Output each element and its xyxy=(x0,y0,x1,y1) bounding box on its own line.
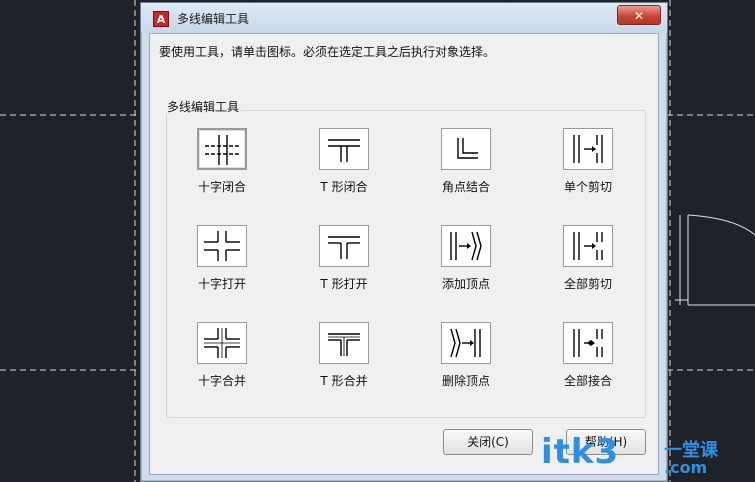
dialog-title: 多线编辑工具 xyxy=(177,12,250,26)
tool-label: T 形合并 xyxy=(320,374,368,388)
tool-label: 添加顶点 xyxy=(441,277,490,291)
tee-open-icon[interactable] xyxy=(319,225,369,267)
tool-tee-closed[interactable]: T 形闭合 xyxy=(289,128,399,214)
close-button[interactable]: 关闭(C) xyxy=(443,429,533,455)
tool-cross-merged[interactable]: 十字合并 xyxy=(167,322,277,408)
tool-delete-vertex[interactable]: 删除顶点 xyxy=(411,322,521,408)
tool-label: T 形闭合 xyxy=(320,180,368,194)
watermark-com: .com xyxy=(664,458,708,477)
tool-cross-open[interactable]: 十字打开 xyxy=(167,225,277,311)
watermark-logo: itk3 xyxy=(541,432,620,472)
tool-cut-all[interactable]: 全部剪切 xyxy=(533,225,643,311)
tool-tee-open[interactable]: T 形打开 xyxy=(289,225,399,311)
tool-cut-single[interactable]: 单个剪切 xyxy=(533,128,643,214)
tool-label: 单个剪切 xyxy=(563,180,612,194)
mline-edit-dialog: A 多线编辑工具 ✕ 要使用工具，请单击图标。必须在选定工具之后执行对象选择。 … xyxy=(140,2,668,482)
title-bar[interactable]: A 多线编辑工具 ✕ xyxy=(141,3,667,33)
tool-label: 全部接合 xyxy=(563,374,612,388)
delete-vertex-icon[interactable] xyxy=(441,322,491,364)
close-window-button[interactable]: ✕ xyxy=(617,5,661,25)
cross-closed-icon[interactable] xyxy=(197,128,247,170)
corner-joint-icon[interactable] xyxy=(441,128,491,170)
tool-tee-merged[interactable]: T 形合并 xyxy=(289,322,399,408)
dialog-client-area: 要使用工具，请单击图标。必须在选定工具之后执行对象选择。 多线编辑工具 十字闭合 xyxy=(149,33,659,475)
cross-merged-icon[interactable] xyxy=(197,322,247,364)
tool-label: T 形打开 xyxy=(320,277,368,291)
tools-group-label: 多线编辑工具 xyxy=(165,98,242,115)
autocad-logo-icon: A xyxy=(153,11,169,27)
tool-label: 角点结合 xyxy=(441,180,490,194)
tool-cross-closed[interactable]: 十字闭合 xyxy=(167,128,277,214)
tool-label: 十字打开 xyxy=(197,277,246,291)
tool-weld-all[interactable]: 全部接合 xyxy=(533,322,643,408)
tool-label: 全部剪切 xyxy=(563,277,612,291)
tee-closed-icon[interactable] xyxy=(319,128,369,170)
tool-corner-joint[interactable]: 角点结合 xyxy=(411,128,521,214)
tool-label: 十字合并 xyxy=(197,374,246,388)
cut-all-icon[interactable] xyxy=(563,225,613,267)
instruction-text: 要使用工具，请单击图标。必须在选定工具之后执行对象选择。 xyxy=(159,45,496,59)
cross-open-icon[interactable] xyxy=(197,225,247,267)
cut-single-icon[interactable] xyxy=(563,128,613,170)
tee-merged-icon[interactable] xyxy=(319,322,369,364)
tool-add-vertex[interactable]: 添加顶点 xyxy=(411,225,521,311)
tool-label: 十字闭合 xyxy=(197,180,246,194)
weld-all-icon[interactable] xyxy=(563,322,613,364)
tool-label: 删除顶点 xyxy=(441,374,490,388)
add-vertex-icon[interactable] xyxy=(441,225,491,267)
